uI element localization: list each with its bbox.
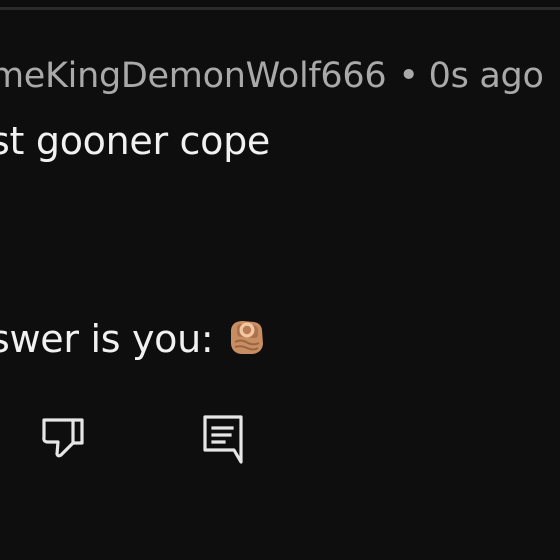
comment-text-line-2: swer is you:: [0, 312, 271, 372]
timestamp[interactable]: 0s ago: [429, 56, 544, 96]
thumbs-down-icon: [42, 418, 84, 458]
author-name[interactable]: meKingDemonWolf666: [0, 56, 387, 96]
reply-comment-icon: [203, 415, 243, 464]
comment-text-line-1: st gooner cope: [0, 119, 271, 163]
dislike-button[interactable]: [38, 412, 90, 464]
meta-separator: •: [398, 56, 419, 96]
comment-header: meKingDemonWolf666 • 0s ago: [0, 52, 544, 100]
top-divider: [0, 7, 560, 10]
comment-panel: meKingDemonWolf666 • 0s ago st gooner cope…: [0, 0, 560, 560]
pointing-at-viewer-icon-svg: [231, 321, 264, 354]
pointing-at-viewer-icon: [223, 312, 271, 372]
comment-text-line-2-text: swer is you:: [0, 317, 214, 361]
reply-button[interactable]: [199, 412, 251, 464]
